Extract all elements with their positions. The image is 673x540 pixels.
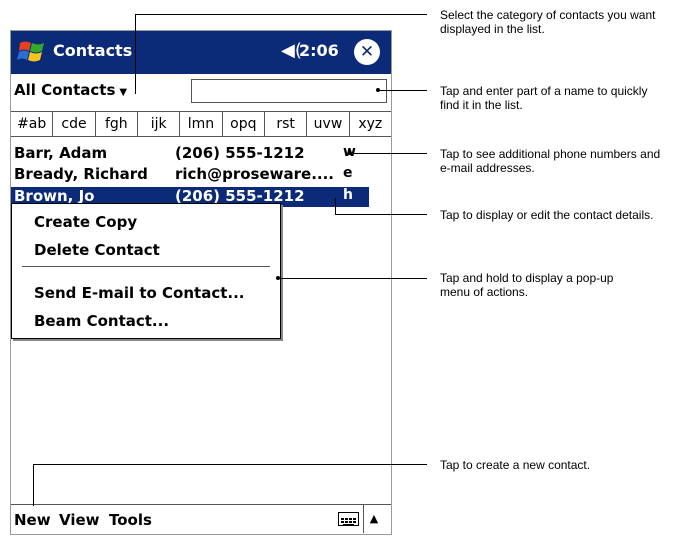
callout-details: Tap to display or edit the contact detai…: [440, 208, 654, 222]
windows-start-icon[interactable]: [16, 37, 48, 67]
menu-send-email[interactable]: Send E-mail to Contact...: [34, 284, 244, 302]
category-label: All Contacts: [14, 81, 116, 99]
tab-uvw[interactable]: uvw: [307, 112, 350, 136]
menu-separator: [22, 266, 270, 267]
menu-delete-contact[interactable]: Delete Contact: [34, 241, 160, 259]
callout-line: [135, 14, 136, 94]
menu-beam-contact[interactable]: Beam Contact...: [34, 312, 169, 330]
tab-ijk[interactable]: ijk: [138, 112, 181, 136]
callout-dot: [276, 276, 280, 280]
bottom-bar: New View Tools ▲: [11, 504, 391, 534]
category-dropdown[interactable]: All Contacts ▼: [14, 81, 127, 99]
contact-value: rich@proseware....: [175, 165, 334, 183]
popup-menu: Create Copy Delete Contact Send E-mail t…: [11, 203, 281, 339]
up-arrow-icon[interactable]: ▲: [363, 505, 384, 533]
view-menu[interactable]: View: [59, 511, 100, 529]
callout-popup: Tap and hold to display a pop-up menu of…: [440, 271, 614, 299]
chevron-down-icon: ▼: [119, 87, 128, 98]
callout-line: [278, 278, 427, 279]
menu-create-copy[interactable]: Create Copy: [34, 213, 137, 231]
contact-type[interactable]: e: [343, 165, 353, 181]
tab-xyz[interactable]: xyz: [350, 112, 391, 136]
callout-line: [335, 214, 427, 215]
callout-line: [33, 464, 34, 506]
callout-line: [33, 464, 427, 465]
tools-menu[interactable]: Tools: [109, 511, 152, 529]
contact-row[interactable]: Barr, Adam (206) 555-1212 w: [11, 144, 369, 164]
find-input[interactable]: [191, 79, 387, 103]
clock[interactable]: 2:06: [299, 41, 339, 60]
tab-opq[interactable]: opq: [223, 112, 265, 136]
contact-type[interactable]: h: [343, 187, 353, 203]
app-title: Contacts: [53, 41, 133, 60]
contact-name: Bready, Richard: [14, 165, 148, 183]
callout-contact-type: Tap to see additional phone numbers and …: [440, 147, 661, 175]
callout-find: Tap and enter part of a name to quickly …: [440, 84, 648, 112]
letter-tabs: #ab cde fgh ijk lmn opq rst uvw xyz: [11, 111, 391, 137]
contact-value: (206) 555-1212: [175, 144, 305, 162]
contact-row[interactable]: Bready, Richard rich@proseware.... e: [11, 165, 369, 185]
contact-name: Barr, Adam: [14, 144, 108, 162]
callout-line: [378, 90, 427, 91]
callout-line: [335, 198, 336, 215]
tab-lmn[interactable]: lmn: [180, 112, 223, 136]
callout-line: [350, 153, 427, 154]
tab-cde[interactable]: cde: [53, 112, 96, 136]
close-icon[interactable]: ✕: [354, 39, 380, 65]
device-screen: Contacts ◀( 2:06 ✕ All Contacts ▼ #ab cde…: [10, 30, 392, 535]
new-button[interactable]: New: [14, 511, 51, 529]
category-row: All Contacts ▼: [11, 74, 391, 107]
tab-rst[interactable]: rst: [265, 112, 308, 136]
tab-fgh[interactable]: fgh: [96, 112, 138, 136]
title-bar: Contacts ◀( 2:06 ✕: [11, 31, 391, 74]
callout-dot: [348, 151, 352, 155]
keyboard-icon[interactable]: [338, 512, 359, 526]
callout-category: Select the category of contacts you want…: [440, 8, 656, 36]
callout-new: Tap to create a new contact.: [440, 458, 591, 472]
callout-dot: [376, 88, 380, 92]
tab-ab[interactable]: #ab: [11, 112, 54, 136]
callout-line: [135, 14, 427, 15]
